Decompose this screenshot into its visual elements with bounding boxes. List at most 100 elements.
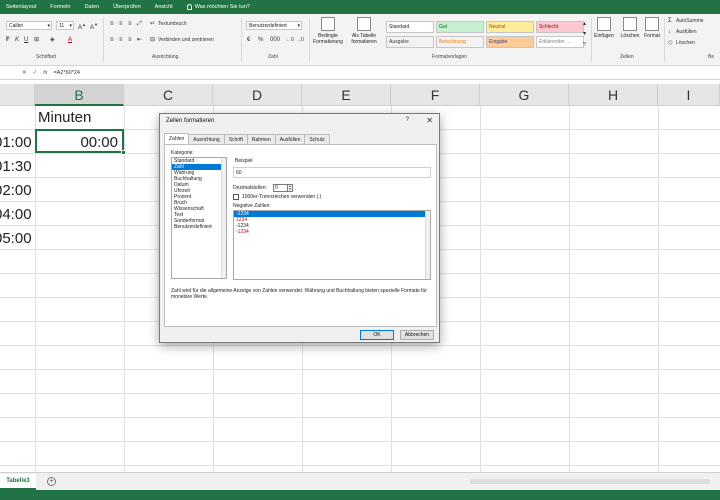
horizontal-scrollbar[interactable] [470, 479, 710, 484]
ok-button[interactable]: OK [360, 330, 394, 340]
category-label: Kategorie: [171, 150, 194, 156]
decimals-spinner[interactable]: 0 ▲ ▼ [273, 184, 293, 192]
percent-icon[interactable]: % [258, 36, 263, 44]
negative-numbers-list[interactable]: -1234 1234 -1234 -1234 [233, 210, 431, 280]
eraser-icon[interactable]: ◇ [668, 39, 673, 47]
number-format-select[interactable]: Benutzerdefiniert ▾ [246, 21, 302, 30]
cell-style-6[interactable]: Eingabe [486, 36, 534, 48]
add-sheet-icon[interactable]: + [47, 477, 56, 486]
formula-input[interactable]: =A2*60*24 [54, 70, 80, 76]
format-cells-button[interactable]: Format [640, 17, 664, 39]
cell-a4[interactable]: 02:00 [0, 182, 32, 199]
category-list[interactable]: Standard Zahl Währung Buchhaltung Datum Uhrze… [171, 157, 227, 279]
cell-a3[interactable]: 01:30 [0, 158, 32, 175]
font-name-select[interactable]: Calibri ▾ [6, 21, 52, 30]
cancel-button[interactable]: Abbrechen [400, 330, 434, 340]
column-header-a[interactable] [0, 84, 35, 106]
merge-center-button[interactable]: Verbinden und zentrieren [158, 36, 214, 44]
name-box[interactable] [0, 68, 22, 78]
align-center-icon[interactable]: ≡ [119, 36, 123, 44]
close-icon[interactable]: ✕ [426, 116, 433, 125]
cancel-icon[interactable]: ✕ [22, 70, 27, 76]
cell-style-3[interactable]: Schlecht [536, 21, 584, 33]
fill-down-icon[interactable]: ↓ [668, 28, 671, 36]
gallery-down-icon[interactable]: ▾ [583, 30, 586, 38]
decrease-decimal-icon[interactable]: →0 [296, 36, 304, 44]
align-bottom-icon[interactable]: ≡ [128, 20, 132, 28]
underline-icon[interactable]: U [24, 36, 28, 44]
cell-style-1[interactable]: Gut [436, 21, 484, 33]
menu-tab-ansicht[interactable]: Ansicht [155, 4, 173, 10]
conditional-formatting-button[interactable]: Bedingte Formatierung [312, 17, 344, 45]
ribbon-tab-bar: Seitenlayout Formeln Daten Überprüfen An… [0, 0, 720, 14]
ribbon: Calibri ▾ 11 ▾ A▲ A▼ F K U ⊞ ◈ A Schrift… [0, 14, 720, 66]
help-icon[interactable]: ? [406, 117, 409, 123]
orientation-icon[interactable]: ⤢ [137, 20, 142, 28]
italic-icon[interactable]: K [15, 36, 19, 44]
cell-style-0[interactable]: Standard [386, 21, 434, 33]
menu-tab-ueberpruefen[interactable]: Überprüfen [113, 4, 141, 10]
cell-a5[interactable]: 04:00 [0, 206, 32, 223]
column-header-f[interactable]: F [391, 84, 480, 106]
autosum-button[interactable]: AutoSumme [676, 17, 704, 25]
cell-style-2[interactable]: Neutral [486, 21, 534, 33]
ribbon-separator [103, 18, 104, 62]
cell-style-5[interactable]: Berechnung [436, 36, 484, 48]
gallery-up-icon[interactable]: ▴ [583, 20, 586, 28]
indent-icon[interactable]: ⇤ [137, 36, 142, 44]
menu-tab-daten[interactable]: Daten [84, 4, 99, 10]
thousands-separator-checkbox[interactable] [233, 194, 239, 200]
border-icon[interactable]: ⊞ [34, 36, 39, 44]
sigma-icon[interactable]: Σ [668, 17, 672, 25]
negative-option[interactable]: -1234 [234, 229, 430, 235]
wrap-text-icon[interactable]: ↵ [150, 20, 155, 28]
column-header-c[interactable]: C [124, 84, 213, 106]
wrap-text-button[interactable]: Textumbruch [158, 20, 187, 28]
column-header-b[interactable]: B [35, 84, 124, 106]
function-icon[interactable]: fx [43, 70, 47, 76]
cell-a2[interactable]: 01:00 [0, 134, 32, 151]
align-middle-icon[interactable]: ≡ [119, 20, 123, 28]
gallery-more-icon[interactable]: ▿ [583, 40, 586, 48]
negative-list-scrollbar[interactable] [425, 211, 430, 279]
table-icon [357, 17, 371, 31]
font-color-icon[interactable]: A [68, 36, 72, 44]
sheet-tab-tabelle3[interactable]: Tabelle3 [0, 474, 36, 490]
confirm-icon[interactable]: ✓ [33, 70, 38, 76]
column-header-d[interactable]: D [213, 84, 302, 106]
grow-font-icon[interactable]: A▲ [78, 21, 86, 32]
insert-cells-button[interactable]: Einfügen [590, 17, 618, 39]
category-item[interactable]: Benutzerdefiniert [172, 224, 226, 230]
currency-icon[interactable]: € [247, 36, 250, 44]
cell-b1[interactable]: Minuten [38, 109, 91, 126]
bold-icon[interactable]: F [6, 36, 10, 44]
fill-handle[interactable] [121, 150, 126, 155]
menu-tab-formeln[interactable]: Formeln [50, 4, 70, 10]
fill-button[interactable]: Ausfüllen [676, 28, 697, 36]
align-right-icon[interactable]: ≡ [128, 36, 132, 44]
merge-icon[interactable]: ⊟ [150, 36, 155, 44]
column-header-i[interactable]: I [658, 84, 720, 106]
tell-me-box[interactable]: Was möchten Sie tun? [186, 4, 250, 10]
insert-icon [597, 17, 611, 31]
clear-button[interactable]: Löschen [676, 39, 695, 47]
cell-a6[interactable]: 05:00 [0, 230, 32, 247]
column-header-e[interactable]: E [302, 84, 391, 106]
align-left-icon[interactable]: ≡ [110, 36, 114, 44]
shrink-font-icon[interactable]: A▼ [90, 21, 98, 32]
thousands-icon[interactable]: 000 [270, 36, 280, 44]
menu-tab-seitenlayout[interactable]: Seitenlayout [6, 4, 36, 10]
cell-style-7[interactable]: Erklärender ... [536, 36, 584, 48]
align-top-icon[interactable]: ≡ [110, 20, 114, 28]
column-header-g[interactable]: G [480, 84, 569, 106]
column-header-h[interactable]: H [569, 84, 658, 106]
category-scrollbar[interactable] [221, 158, 226, 278]
number-format-value: Benutzerdefiniert [249, 23, 287, 29]
format-as-table-button[interactable]: Als Tabelle formatieren [348, 17, 380, 45]
increase-decimal-icon[interactable]: ←0 [286, 36, 294, 44]
font-size-select[interactable]: 11 ▾ [56, 21, 74, 30]
cell-style-4[interactable]: Ausgabe [386, 36, 434, 48]
spinner-arrows-icon[interactable]: ▲ ▼ [287, 184, 293, 192]
fill-color-icon[interactable]: ◈ [50, 36, 55, 44]
selected-cell-b2[interactable]: 00:00 [35, 129, 126, 155]
